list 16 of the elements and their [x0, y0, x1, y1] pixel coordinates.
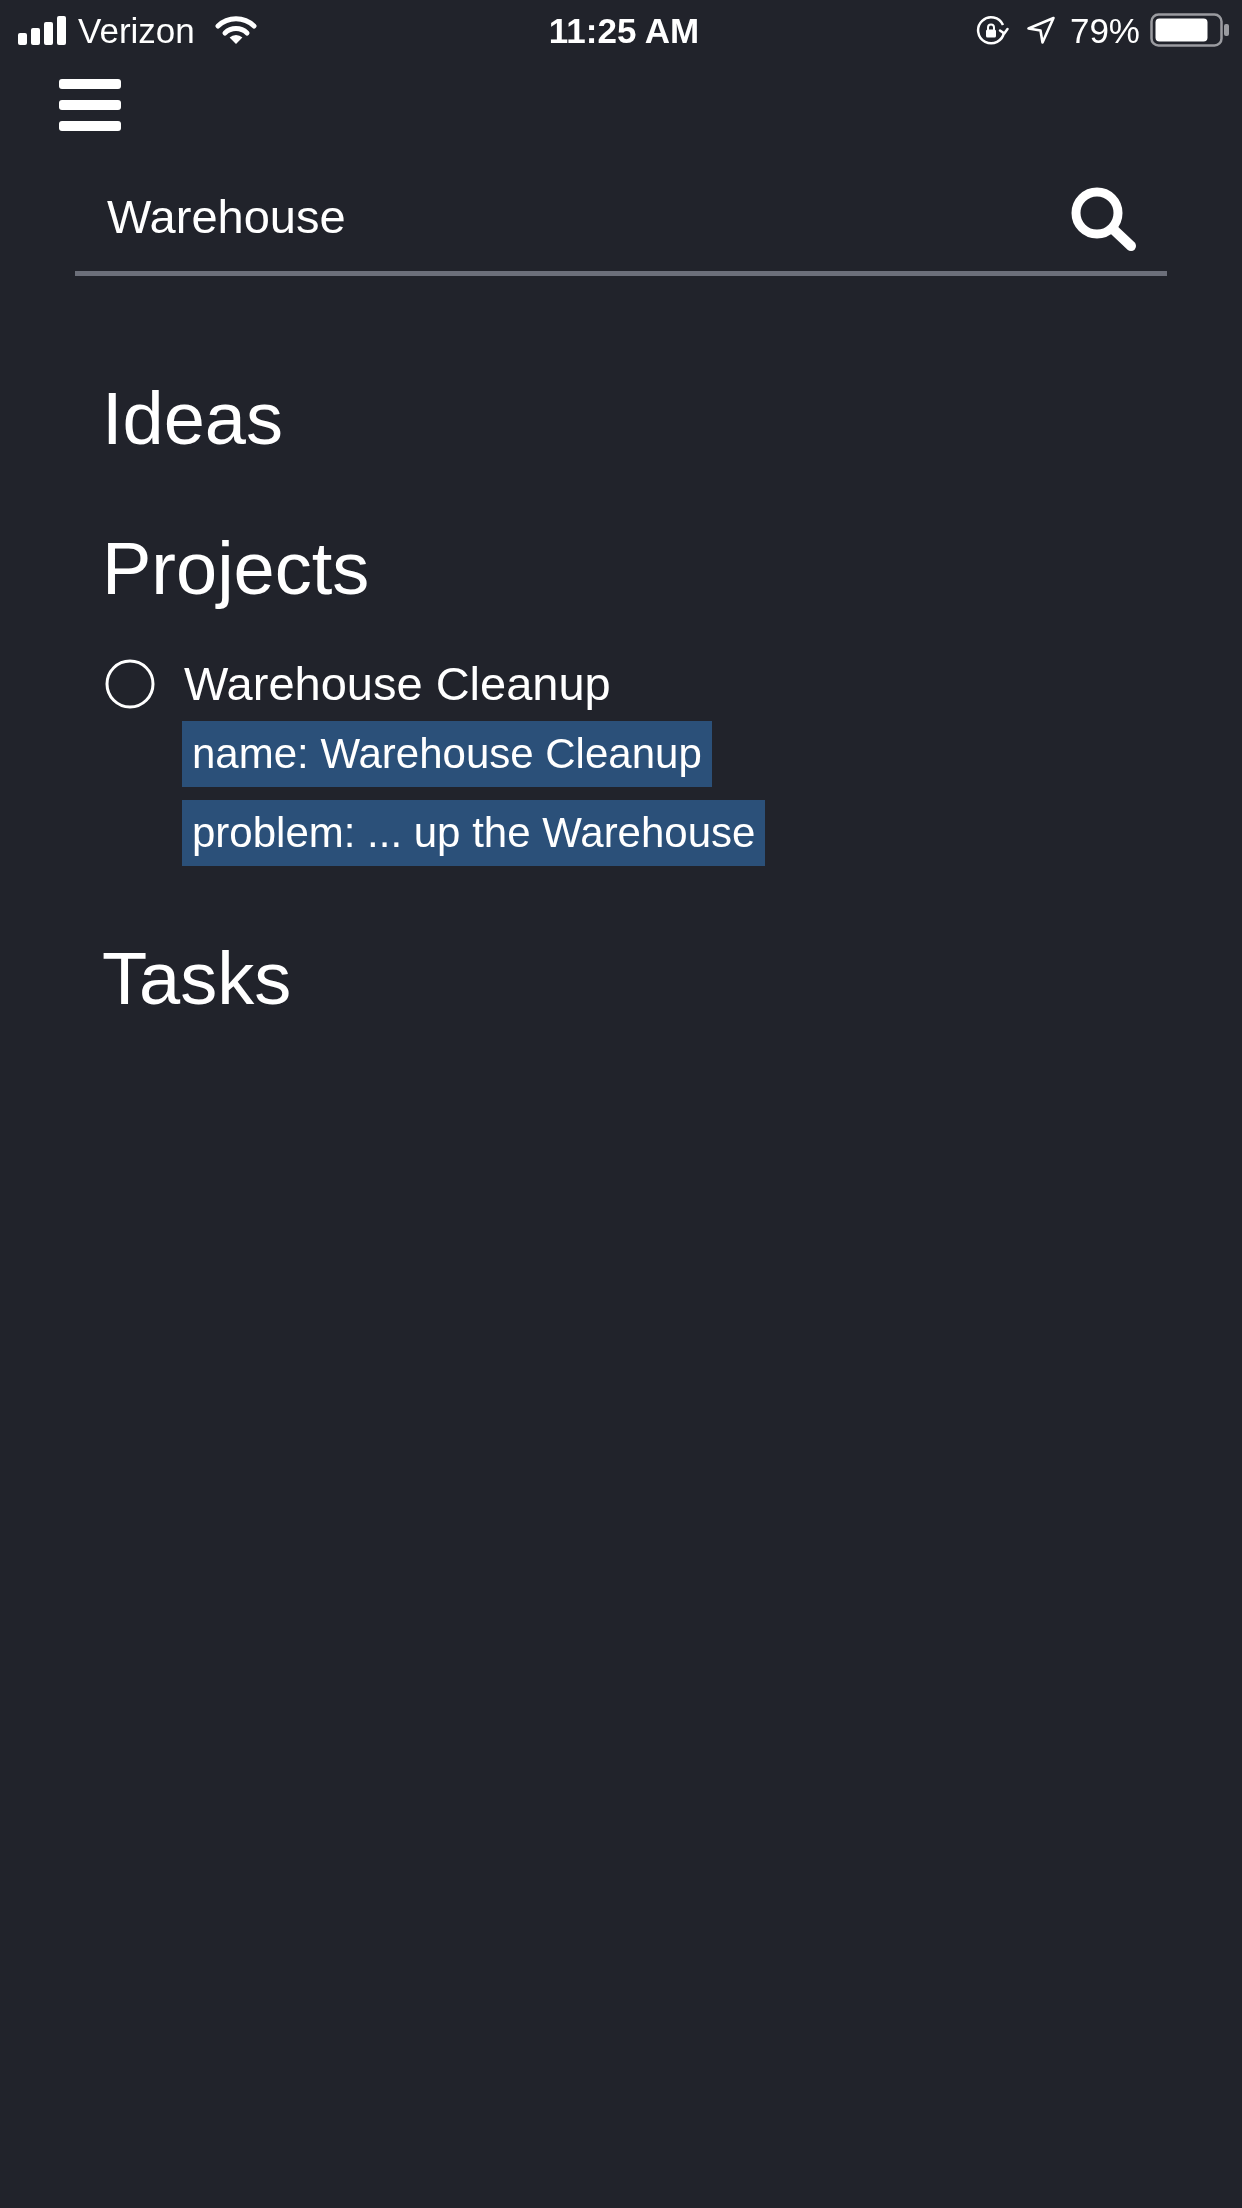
search-field[interactable]: Warehouse: [107, 186, 1030, 246]
battery-icon: [1150, 13, 1230, 47]
section-heading: Ideas: [102, 382, 284, 456]
signal-icon: [18, 15, 66, 45]
time-label: 11:25 AM: [548, 12, 700, 48]
section-heading: Tasks: [102, 942, 292, 1016]
checkbox[interactable]: [105, 659, 155, 709]
wifi-icon: [214, 14, 257, 46]
battery-percent: 79%: [1069, 12, 1140, 48]
search-match: name: Warehouse Cleanup: [182, 721, 712, 787]
project-title[interactable]: Warehouse Cleanup: [184, 656, 611, 712]
search-match: problem: ... up the Warehouse: [182, 800, 766, 866]
location-arrow-icon: [1025, 15, 1056, 45]
menu-icon[interactable]: [59, 79, 121, 131]
search-icon[interactable]: [1070, 186, 1138, 252]
carrier-label: Verizon: [78, 12, 195, 48]
